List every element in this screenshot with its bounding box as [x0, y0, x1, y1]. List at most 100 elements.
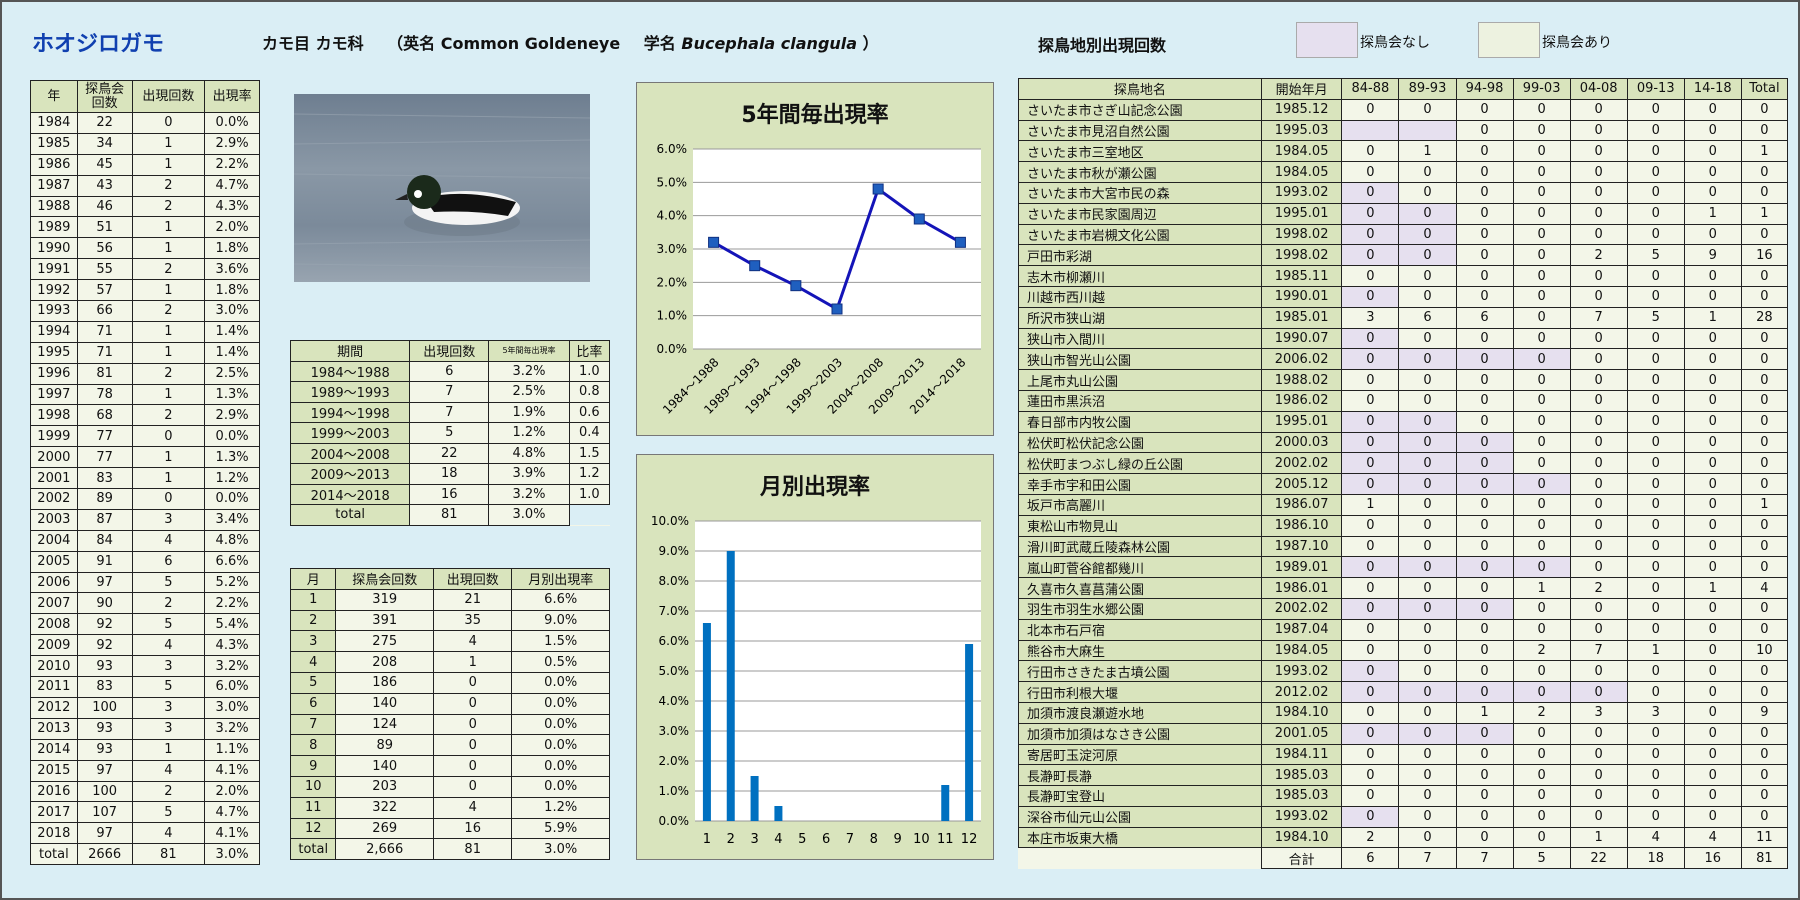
table-cell: 5.2%	[204, 571, 260, 594]
table-cell: 1.8%	[204, 237, 260, 260]
table-cell: 4.3%	[204, 195, 260, 218]
count-cell: 0	[1341, 410, 1400, 433]
y-tick-label: 8.0%	[659, 574, 690, 588]
table-row: 1987 43 2 4.7%	[30, 174, 260, 197]
table-row: 2009 92 4 4.3%	[30, 634, 260, 657]
table-cell: 93	[76, 717, 133, 740]
table-cell: 1996	[30, 362, 78, 385]
table-cell: 1.0	[568, 360, 611, 382]
table-cell: 2011	[30, 676, 78, 698]
table-row: 1992 57 1 1.8%	[30, 279, 260, 302]
table-cell: 0.0%	[511, 755, 610, 777]
count-cell: 0	[1512, 306, 1571, 329]
table-row: 1988 46 2 4.3%	[30, 195, 260, 218]
count-cell: 0	[1569, 119, 1628, 142]
table-cell: 6.0%	[204, 676, 260, 698]
count-cell: 0	[1341, 140, 1400, 163]
count-cell: 0	[1512, 597, 1571, 620]
x-tick-label: 12	[961, 832, 978, 847]
table-row: 2008 92 5 5.4%	[30, 613, 260, 636]
count-cell: 0	[1398, 556, 1457, 579]
table-cell: 1985	[30, 132, 78, 155]
table-cell: 3.2%	[488, 483, 570, 505]
y-tick-label: 3.0%	[659, 724, 690, 738]
table-cell: 66	[76, 300, 133, 322]
table-row: 加須市渡良瀬遊水地 1984.10 0 0 1 2 3 3 0 9	[1018, 701, 1789, 724]
location-name: 熊谷市大麻生	[1018, 639, 1262, 662]
start-date: 1984.05	[1260, 639, 1343, 662]
count-cell: 0	[1740, 223, 1789, 246]
count-cell: 0	[1512, 493, 1571, 516]
table-cell: 1988	[30, 195, 78, 218]
count-cell: 0	[1569, 410, 1628, 433]
table-cell: 2.9%	[204, 132, 260, 155]
count-cell: 0	[1455, 285, 1514, 308]
table-cell: 35	[433, 609, 513, 632]
count-cell: 0	[1512, 473, 1571, 495]
table-cell: 1	[131, 132, 206, 155]
count-cell: 0	[1341, 785, 1400, 807]
count-cell: 0	[1569, 514, 1628, 537]
count-cell: 16	[1740, 244, 1789, 267]
count-cell: 0	[1740, 764, 1789, 787]
table-cell: 0.4	[568, 422, 611, 444]
table-cell: 2	[131, 780, 206, 803]
count-cell: 0	[1740, 473, 1789, 495]
count-cell: 0	[1683, 639, 1742, 662]
count-cell: 0	[1512, 535, 1571, 558]
count-cell: 0	[1569, 285, 1628, 308]
count-cell: 0	[1683, 681, 1742, 703]
table-row: 1986 45 1 2.2%	[30, 153, 260, 176]
location-name: さいたま市民家園周辺	[1018, 202, 1262, 225]
table-cell: 5	[131, 801, 206, 824]
table-cell: 0.6	[568, 401, 611, 423]
count-cell: 0	[1341, 327, 1400, 350]
x-tick-label: 3	[750, 832, 758, 847]
table-cell: 1994～1998	[289, 401, 411, 423]
count-cell: 1	[1683, 306, 1742, 329]
table-cell: 2014～2018	[289, 483, 411, 505]
location-name: 羽生市羽生水郷公園	[1018, 597, 1262, 620]
start-date: 1986.07	[1260, 493, 1343, 516]
table-row: 寄居町玉淀河原 1984.11 0 0 0 0 0 0 0 0	[1018, 743, 1789, 766]
column-header: 月	[289, 568, 337, 590]
table-cell: 97	[76, 822, 133, 845]
count-cell: 0	[1455, 493, 1514, 516]
bar	[702, 623, 711, 821]
table-row: 9 140 0 0.0%	[289, 755, 610, 777]
count-cell: 0	[1341, 577, 1400, 599]
table-cell: 2017	[30, 801, 78, 824]
count-cell: 0	[1683, 514, 1742, 537]
table-cell: total	[30, 843, 78, 866]
start-date: 1984.10	[1260, 701, 1343, 724]
column-header: Total	[1740, 78, 1789, 100]
table-cell: 84	[76, 529, 133, 552]
table-cell: 77	[76, 425, 133, 448]
table-cell: 1.4%	[204, 320, 260, 343]
count-cell: 0	[1455, 452, 1514, 475]
table-cell: 2005	[30, 550, 78, 573]
count-cell: 0	[1626, 681, 1685, 703]
table-cell: 4.8%	[204, 529, 260, 552]
table-cell: 1993	[30, 300, 78, 322]
count-cell: 0	[1569, 452, 1628, 475]
count-cell: 0	[1455, 722, 1514, 745]
bar-chart: 0.0% 1.0% 2.0% 3.0% 4.0% 5.0% 6.0% 7.0% 8.0% 9.0%…	[651, 514, 981, 847]
table-cell: 16	[433, 817, 513, 840]
table-cell: 208	[335, 651, 435, 673]
table-cell: 0	[433, 671, 513, 694]
x-tick-label: 5	[798, 832, 806, 847]
table-row: 8 89 0 0.0%	[289, 734, 610, 757]
count-cell: 0	[1569, 681, 1628, 703]
table-row: 2004 84 4 4.8%	[30, 529, 260, 552]
count-cell: 0	[1569, 722, 1628, 745]
count-cell: 0	[1740, 431, 1789, 454]
period-table: 期間 出現回数 5年間毎出現率 比率 1984～1988 6 3.2% 1.0 1989～199…	[289, 340, 611, 526]
table-cell: 1989～1993	[289, 381, 411, 403]
table-cell: 0	[131, 488, 206, 510]
column-header: 出現回数	[131, 80, 206, 113]
count-cell: 0	[1626, 265, 1685, 287]
count-cell: 0	[1569, 98, 1628, 121]
table-cell: 2010	[30, 655, 78, 678]
table-row: 幸手市宇和田公園 2005.12 0 0 0 0 0 0 0 0	[1018, 473, 1789, 495]
